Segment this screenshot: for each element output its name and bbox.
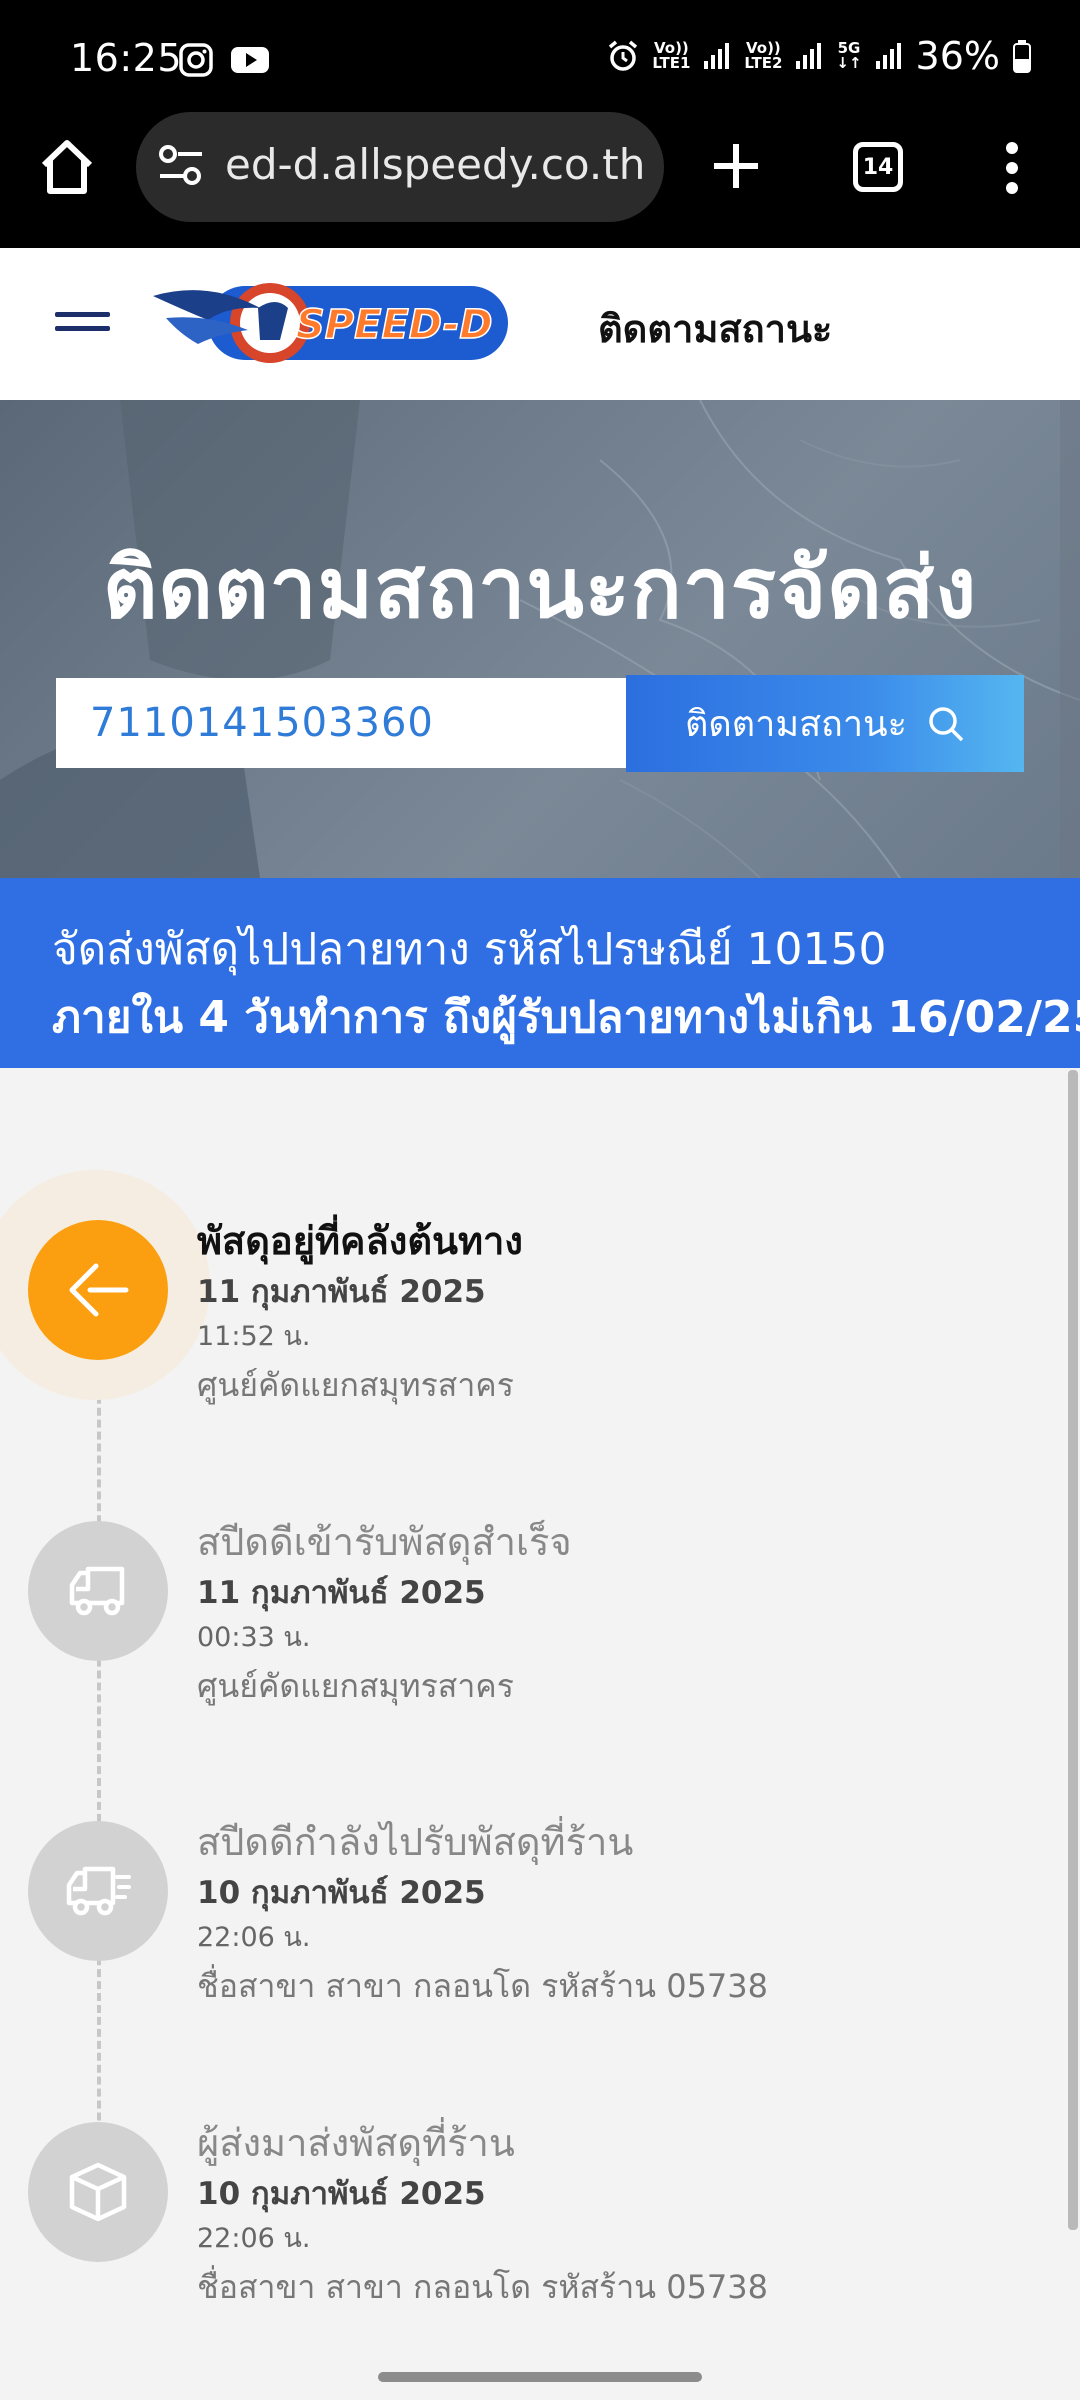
delivery-eta-text: ภายใน 4 วันทำการ ถึงผู้รับปลายทางไม่เกิน… — [52, 992, 1080, 1043]
hero-banner: ติดตามสถานะการจัดส่ง ติดตามสถานะ — [0, 400, 1080, 878]
delivery-info-banner: จัดส่งพัสดุไปปลายทาง รหัสไปรษณีย์ 10150 … — [0, 878, 1080, 1068]
page-title: ติดตามสถานะการจัดส่ง — [102, 539, 978, 637]
new-tab-icon[interactable] — [710, 140, 762, 192]
timeline-title: ผู้ส่งมาส่งพัสดุที่ร้าน — [197, 2121, 515, 2165]
package-box-icon — [69, 2162, 127, 2222]
timeline-location: ชื่อสาขา สาขา กลอนโด รหัสร้าน 05738 — [197, 2268, 768, 2306]
timeline-connector — [97, 1348, 101, 2228]
timeline-date: 11 กุมภาพันธ์ 2025 — [197, 1575, 486, 1611]
speed-d-logo[interactable]: SPEED-D — [148, 278, 518, 368]
timeline-location: ศูนย์คัดแยกสมุทรสาคร — [197, 1667, 514, 1705]
more-menu-icon[interactable] — [1000, 142, 1024, 194]
timeline-location: ศูนย์คัดแยกสมุทรสาคร — [197, 1366, 514, 1404]
timeline-time: 11:52 น. — [197, 1321, 311, 1352]
timeline-location: ชื่อสาขา สาขา กลอนโด รหัสร้าน 05738 — [197, 1967, 768, 2005]
logo-text: SPEED-D — [296, 302, 493, 348]
gesture-nav-handle[interactable] — [378, 2372, 702, 2382]
timeline-item: ผู้ส่งมาส่งพัสดุที่ร้าน 10 กุมภาพันธ์ 20… — [0, 2112, 1080, 2352]
signal-icon — [796, 43, 822, 69]
timeline-date: 10 กุมภาพันธ์ 2025 — [197, 1875, 486, 1911]
nav-link-tracking[interactable]: ติดตามสถานะ — [598, 298, 832, 359]
tracking-number-input[interactable] — [56, 678, 626, 768]
moving-truck-icon — [66, 1866, 131, 1916]
tab-switcher-button[interactable]: 14 — [853, 142, 903, 192]
status-bar: 16:25 Vo)) LTE1 Vo)) LTE2 5G ↓↑ 36% — [0, 0, 1080, 115]
warehouse-fork-icon — [69, 1263, 129, 1317]
status-time: 16:25 — [70, 36, 183, 80]
youtube-icon — [231, 47, 269, 73]
timeline-item: สปีดดีเข้ารับพัสดุสำเร็จ 11 กุมภาพันธ์ 2… — [0, 1511, 1080, 1751]
timeline-title: สปีดดีกำลังไปรับพัสดุที่ร้าน — [197, 1820, 634, 1864]
hamburger-menu-icon[interactable] — [55, 312, 110, 336]
battery-icon — [1013, 40, 1031, 73]
alarm-icon — [609, 40, 638, 71]
instagram-icon — [179, 43, 213, 77]
battery-percent: 36% — [915, 34, 1000, 78]
timeline-date: 11 กุมภาพันธ์ 2025 — [197, 1274, 486, 1310]
timeline-time: 22:06 น. — [197, 1922, 311, 1953]
delivery-postcode-text: จัดส่งพัสดุไปปลายทาง รหัสไปรษณีย์ 10150 — [52, 924, 887, 975]
signal-icon — [704, 43, 730, 69]
site-settings-icon[interactable] — [158, 143, 204, 189]
timeline-date: 10 กุมภาพันธ์ 2025 — [197, 2176, 486, 2212]
tracking-timeline: พัสดุอยู่ที่คลังต้นทาง 11 กุมภาพันธ์ 202… — [0, 1068, 1080, 2368]
page-scrollbar[interactable] — [1068, 1070, 1078, 2230]
signal-icon — [875, 43, 901, 69]
timeline-item: พัสดุอยู่ที่คลังต้นทาง 11 กุมภาพันธ์ 202… — [0, 1170, 1080, 1450]
home-button[interactable] — [38, 137, 96, 201]
timeline-item: สปีดดีกำลังไปรับพัสดุที่ร้าน 10 กุมภาพัน… — [0, 1811, 1080, 2051]
search-icon — [929, 706, 964, 741]
home-icon — [41, 140, 93, 194]
timeline-time: 00:33 น. — [197, 1622, 311, 1653]
truck-icon — [69, 1566, 125, 1616]
site-header: SPEED-D ติดตามสถานะ — [0, 248, 1080, 400]
track-status-button[interactable]: ติดตามสถานะ — [626, 675, 1024, 772]
timeline-time: 22:06 น. — [197, 2223, 311, 2254]
timeline-title: สปีดดีเข้ารับพัสดุสำเร็จ — [197, 1520, 572, 1564]
timeline-title: พัสดุอยู่ที่คลังต้นทาง — [197, 1219, 523, 1263]
url-text[interactable]: ed-d.allspeedy.co.th — [225, 140, 645, 189]
track-button-label: ติดตามสถานะ — [684, 704, 907, 745]
